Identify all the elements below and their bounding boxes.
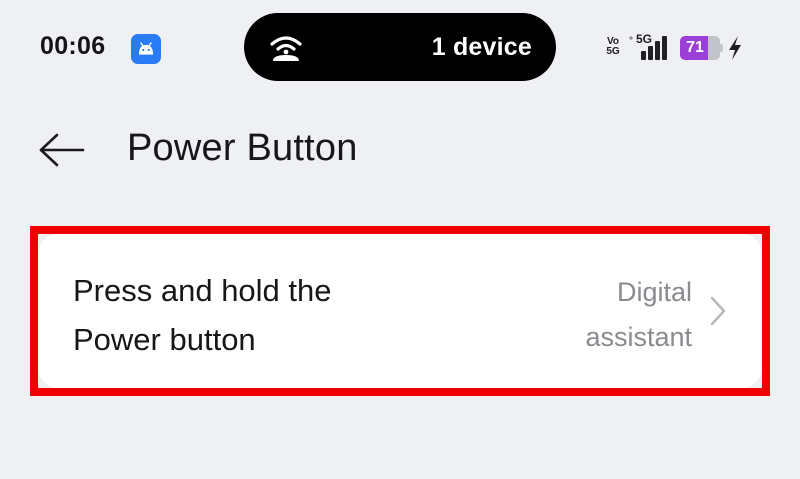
back-arrow-icon <box>39 133 85 167</box>
back-button[interactable] <box>30 120 94 180</box>
volte-indicator: Vo 5G <box>604 37 622 57</box>
battery-level: 71 <box>686 39 704 56</box>
clock: 00:06 <box>40 32 106 60</box>
android-robot-icon <box>131 34 161 64</box>
hotspot-device-count: 1 device <box>431 33 532 61</box>
page-title: Power Button <box>127 127 358 169</box>
status-bar: 00:06 1 device Vo 5G 5G 71 <box>0 0 800 96</box>
battery-icon: 71 <box>680 36 724 60</box>
highlight-frame <box>30 226 770 396</box>
hotspot-icon <box>266 30 306 64</box>
signal-bars-icon: 5G <box>628 32 672 62</box>
network-type-label: 5G <box>636 32 653 46</box>
dynamic-island[interactable]: 1 device <box>244 13 556 81</box>
volte-bottom-text: 5G <box>606 46 620 57</box>
lightning-bolt-icon <box>727 35 743 61</box>
